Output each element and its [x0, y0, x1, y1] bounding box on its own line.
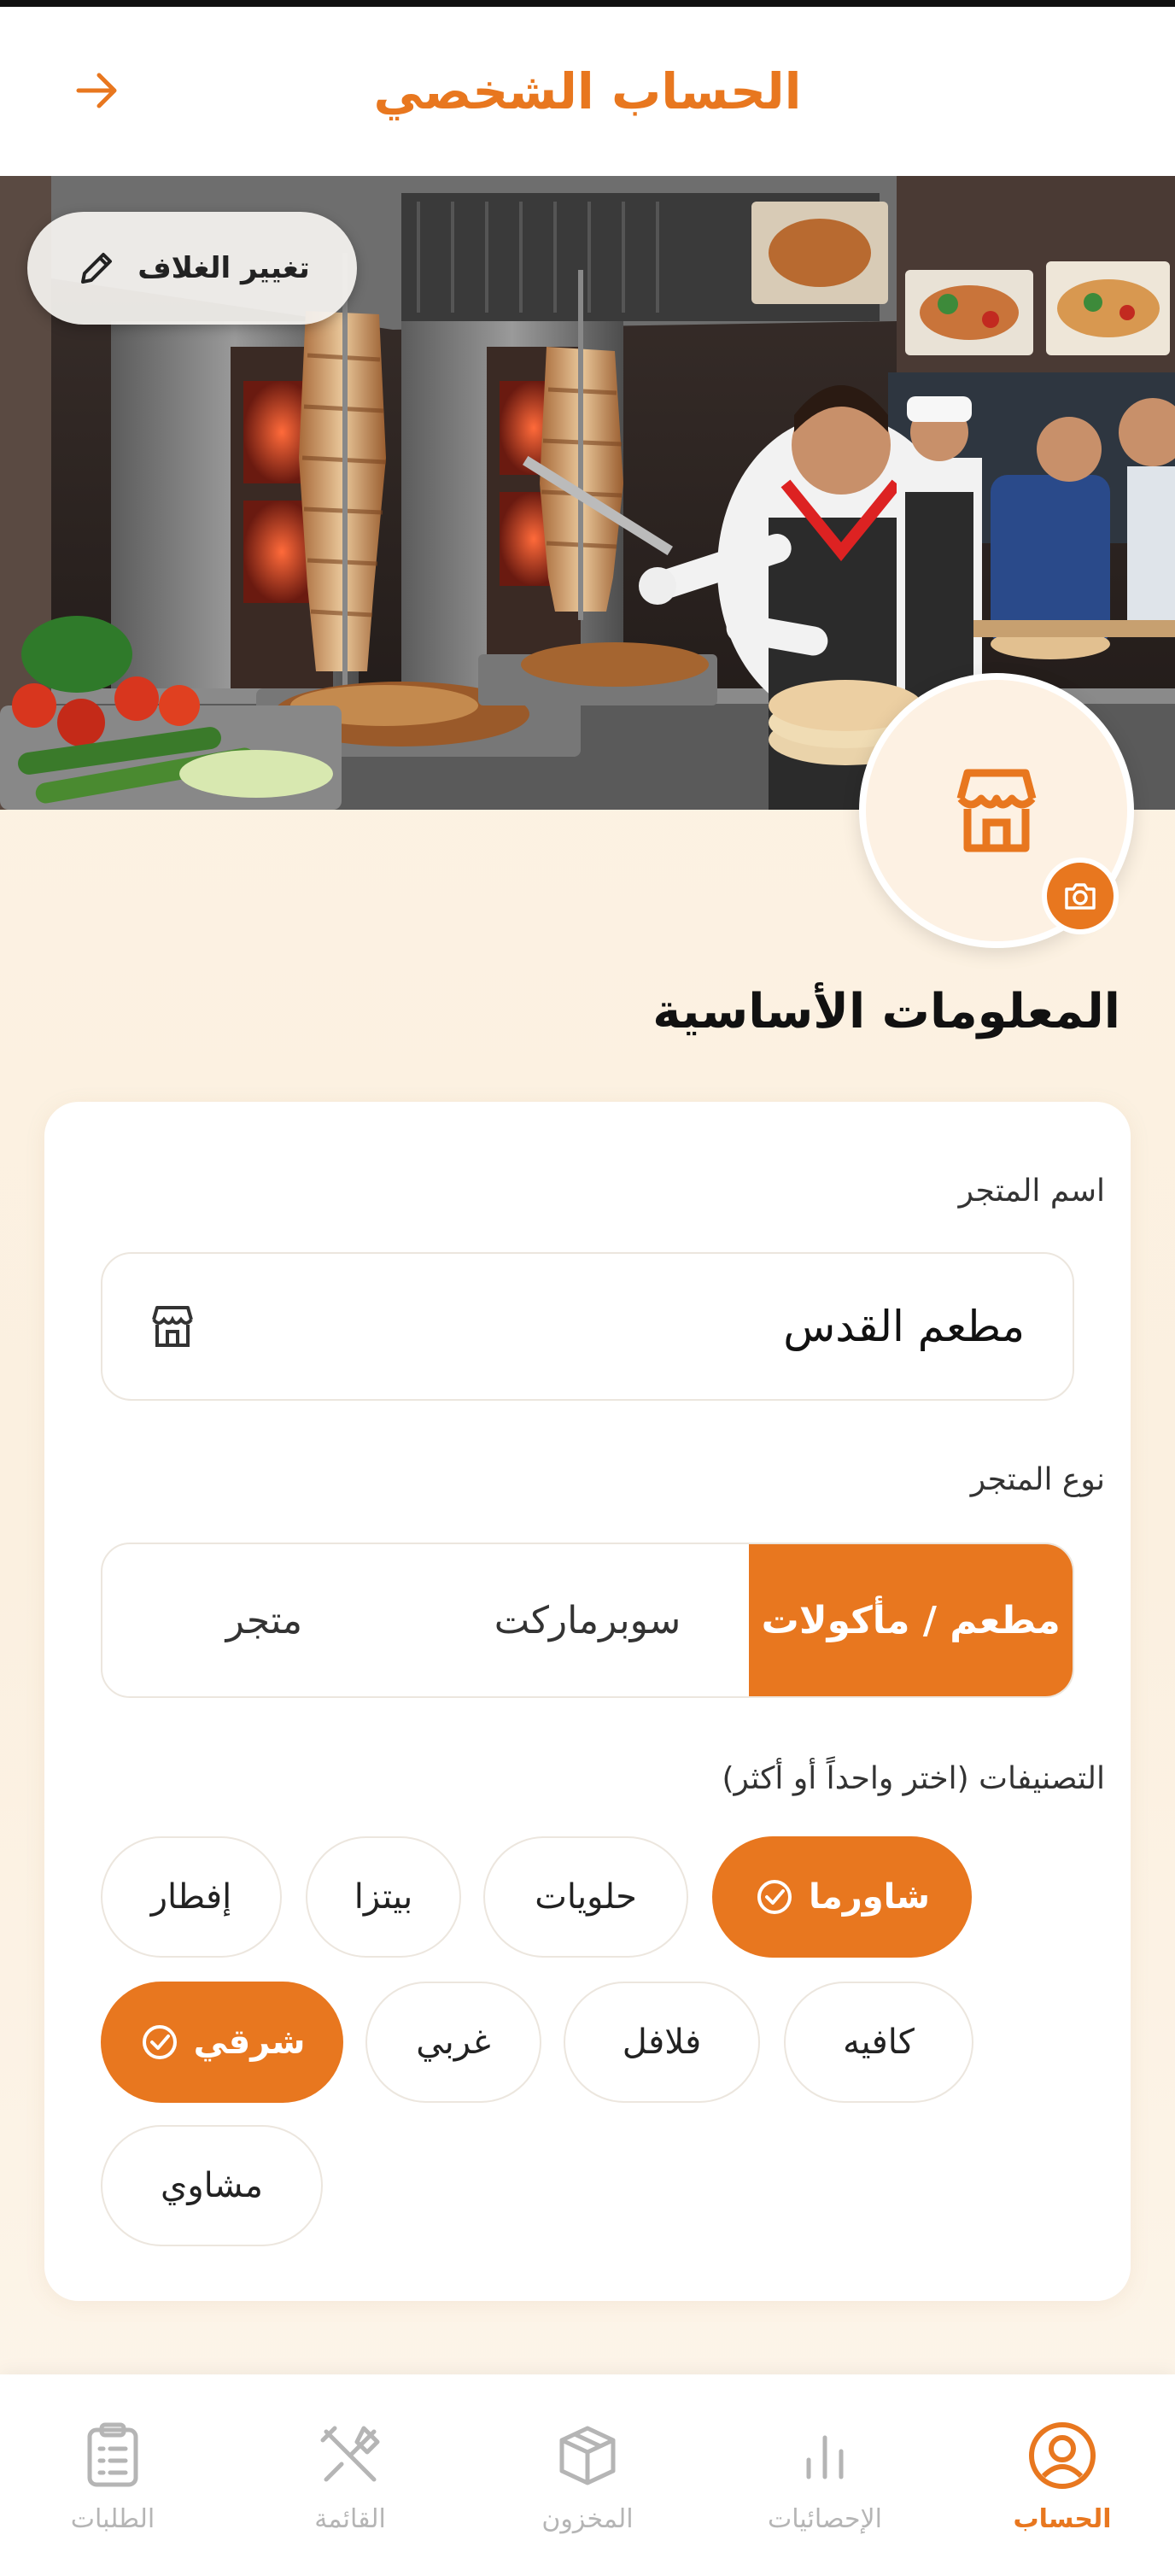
nav-label: القائمة — [314, 2504, 386, 2534]
user-circle-icon — [1029, 2422, 1096, 2489]
chip-label: بيتزا — [354, 1877, 413, 1917]
store-type-option-supermarket[interactable]: سوبرماركت — [426, 1544, 750, 1696]
nav-item-inventory[interactable]: المخزون — [485, 2374, 690, 2576]
store-name-value: مطعم القدس — [783, 1302, 1025, 1351]
nav-label: الحساب — [1013, 2504, 1112, 2534]
bottom-navigation: الحساب الإحصائيات المخزون القائمة الطلبا… — [0, 2374, 1175, 2576]
chip-label: شرقي — [193, 2023, 306, 2062]
category-chip[interactable]: حلويات — [483, 1836, 688, 1958]
store-icon — [152, 1306, 193, 1347]
store-icon — [956, 769, 1037, 852]
chip-label: كافيه — [843, 2023, 915, 2062]
nav-item-menu[interactable]: القائمة — [248, 2374, 453, 2576]
store-type-selector: مطعم / مأكولات سوبرماركت متجر — [101, 1543, 1074, 1698]
nav-item-account[interactable]: الحساب — [960, 2374, 1165, 2576]
chip-label: شاورما — [808, 1877, 931, 1917]
change-cover-button[interactable]: تغيير الغلاف — [27, 212, 357, 325]
chip-label: فلافل — [622, 2023, 702, 2062]
nav-item-statistics[interactable]: الإحصائيات — [722, 2374, 927, 2576]
pencil-icon — [81, 253, 113, 284]
store-type-option-restaurant[interactable]: مطعم / مأكولات — [749, 1544, 1073, 1696]
store-name-label: اسم المتجر — [958, 1174, 1105, 1209]
bar-chart-icon — [806, 2435, 844, 2479]
status-bar — [0, 0, 1175, 7]
check-circle-icon — [757, 1880, 792, 1914]
chip-label: غربي — [416, 2023, 491, 2062]
check-circle-icon — [142, 2025, 177, 2059]
store-name-field[interactable]: مطعم القدس — [101, 1252, 1074, 1401]
nav-label: الطلبات — [70, 2504, 155, 2534]
chip-label: إفطار — [150, 1877, 232, 1917]
change-cover-label: تغيير الغلاف — [137, 251, 310, 285]
store-type-label: نوع المتجر — [970, 1462, 1105, 1497]
back-button[interactable] — [67, 60, 128, 121]
nav-item-orders[interactable]: الطلبات — [10, 2374, 215, 2576]
change-avatar-button[interactable] — [1042, 858, 1119, 934]
box-icon — [559, 2426, 616, 2485]
category-chip[interactable]: كافيه — [784, 1982, 973, 2103]
clipboard-icon — [87, 2422, 138, 2487]
category-chip[interactable]: إفطار — [101, 1836, 282, 1958]
profile-screen: الحساب الشخصي تغيير الغلاف المعلومات الأ… — [0, 0, 1175, 2576]
camera-icon — [1065, 883, 1096, 910]
nav-label: المخزون — [541, 2504, 634, 2534]
category-chip[interactable]: بيتزا — [306, 1836, 461, 1958]
nav-label: الإحصائيات — [768, 2504, 882, 2534]
chip-label: حلويات — [535, 1877, 637, 1917]
chip-label: مشاوي — [161, 2166, 263, 2205]
app-header: الحساب الشخصي — [0, 7, 1175, 176]
page-title: الحساب الشخصي — [373, 62, 802, 120]
arrow-right-icon — [76, 73, 117, 108]
category-chip[interactable]: غربي — [365, 1982, 541, 2103]
category-chip[interactable]: شرقي — [101, 1982, 343, 2103]
section-title: المعلومات الأساسية — [652, 984, 1120, 1039]
category-chip[interactable]: شاورما — [712, 1836, 972, 1958]
utensils-icon — [320, 2426, 380, 2482]
category-chip[interactable]: فلافل — [564, 1982, 760, 2103]
store-type-option-store[interactable]: متجر — [102, 1544, 426, 1696]
categories-label: التصنيفات (اختر واحداً أو أكثر) — [722, 1761, 1106, 1796]
category-chip[interactable]: مشاوي — [101, 2125, 323, 2246]
